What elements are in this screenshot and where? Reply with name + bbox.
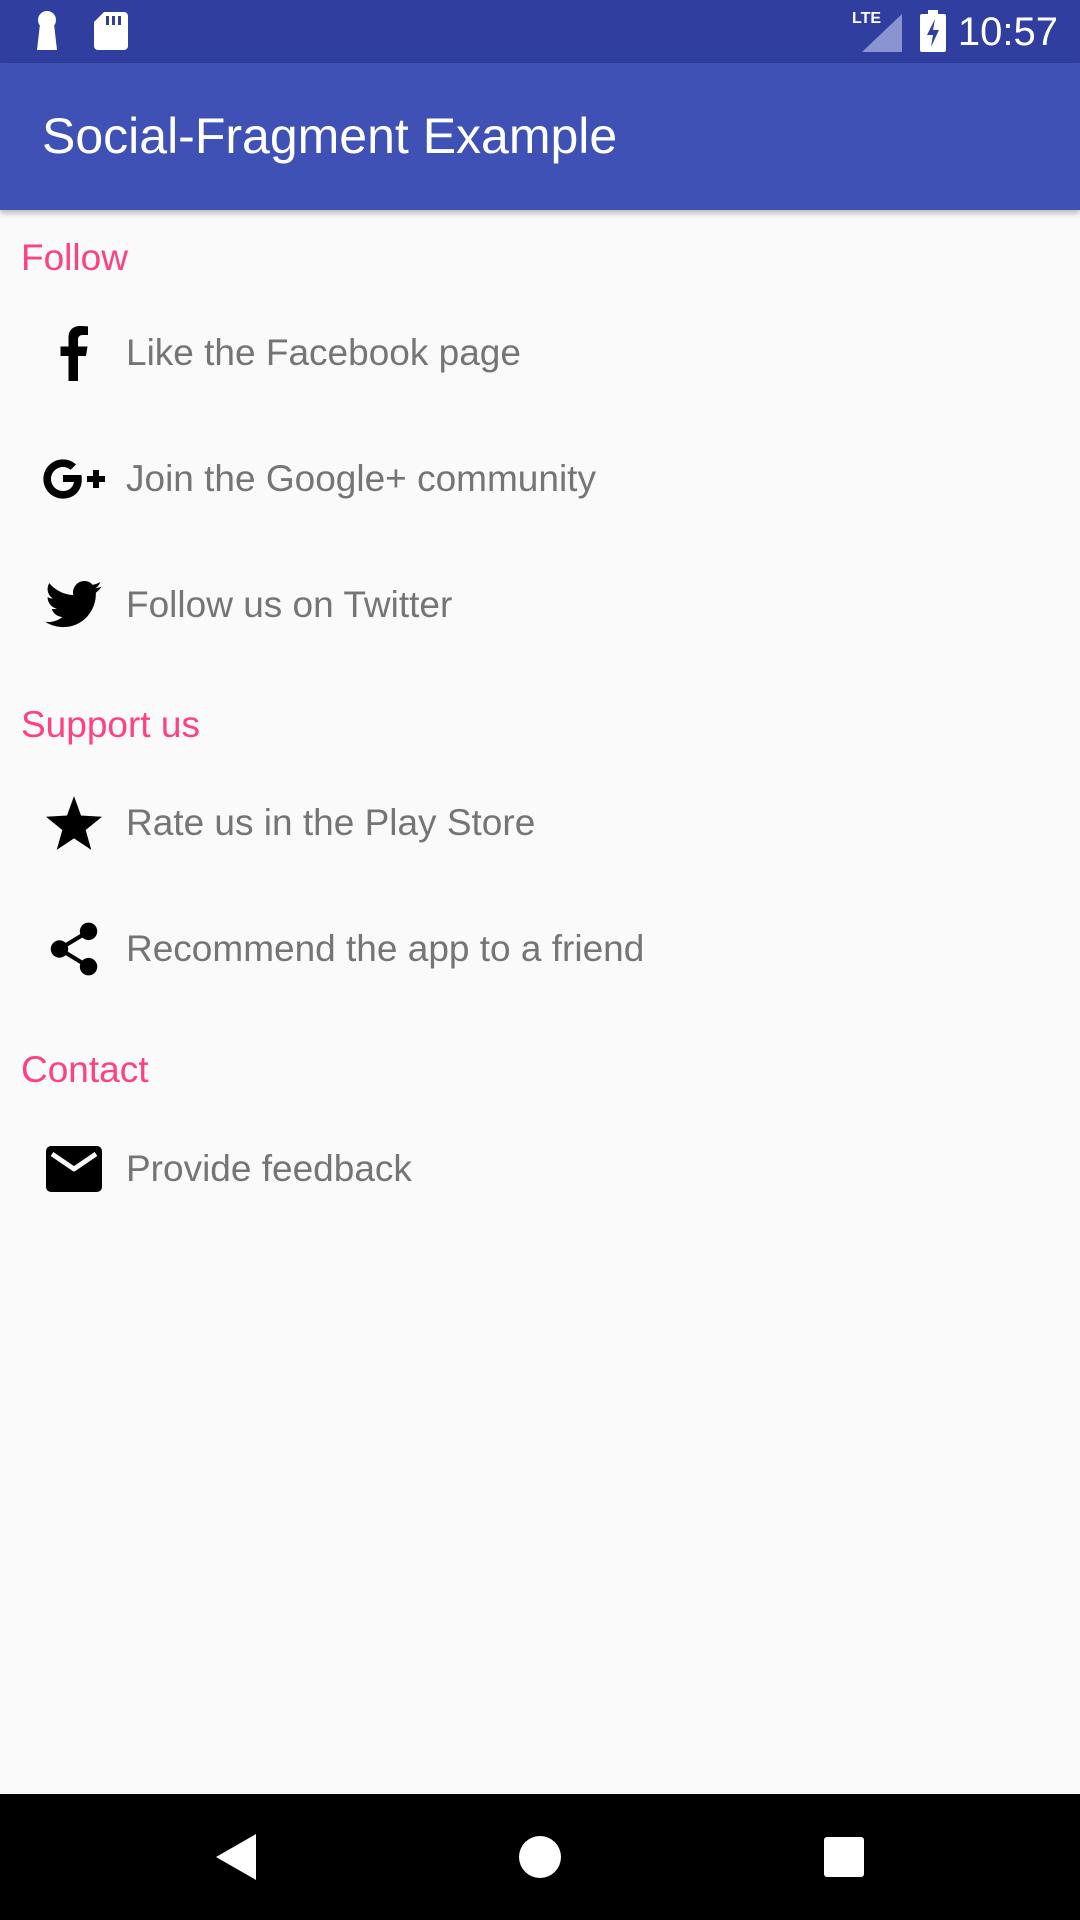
section-header-follow: Follow — [21, 237, 128, 278]
app-bar: Social-Fragment Example — [0, 63, 1080, 210]
back-icon[interactable] — [203, 1824, 269, 1890]
twitter-icon — [42, 577, 106, 633]
list-item-label: Follow us on Twitter — [126, 584, 453, 625]
list-item-facebook[interactable]: Like the Facebook page — [0, 290, 1080, 416]
status-bar: LTE 10:57 — [0, 0, 1080, 63]
list-item-rate[interactable]: Rate us in the Play Store — [0, 760, 1080, 886]
list-item-label: Recommend the app to a friend — [126, 928, 645, 969]
list-item-label: Like the Facebook page — [126, 332, 521, 373]
facebook-icon — [42, 325, 106, 381]
list-item-label: Provide feedback — [126, 1148, 412, 1189]
battery-charging-icon — [920, 10, 946, 52]
star-icon — [42, 795, 106, 851]
page-title: Social-Fragment Example — [42, 108, 618, 164]
navigation-bar — [0, 1794, 1080, 1920]
section-header-support: Support us — [21, 704, 200, 745]
recents-icon[interactable] — [811, 1824, 877, 1890]
mail-icon — [42, 1141, 106, 1197]
list-item-label: Join the Google+ community — [126, 458, 596, 499]
list-item-google-plus[interactable]: Join the Google+ community — [0, 416, 1080, 542]
home-icon[interactable] — [507, 1824, 573, 1890]
google-plus-icon — [42, 451, 106, 507]
share-icon — [42, 921, 106, 977]
section-header-contact: Contact — [21, 1049, 149, 1090]
list-item-feedback[interactable]: Provide feedback — [0, 1106, 1080, 1232]
lte-signal-icon: LTE — [852, 10, 902, 52]
keyhole-icon — [37, 11, 57, 50]
list-item-recommend[interactable]: Recommend the app to a friend — [0, 886, 1080, 1012]
list-item-label: Rate us in the Play Store — [126, 802, 536, 843]
list-item-twitter[interactable]: Follow us on Twitter — [0, 542, 1080, 668]
status-time: 10:57 — [957, 10, 1058, 54]
sd-card-icon — [94, 12, 128, 50]
